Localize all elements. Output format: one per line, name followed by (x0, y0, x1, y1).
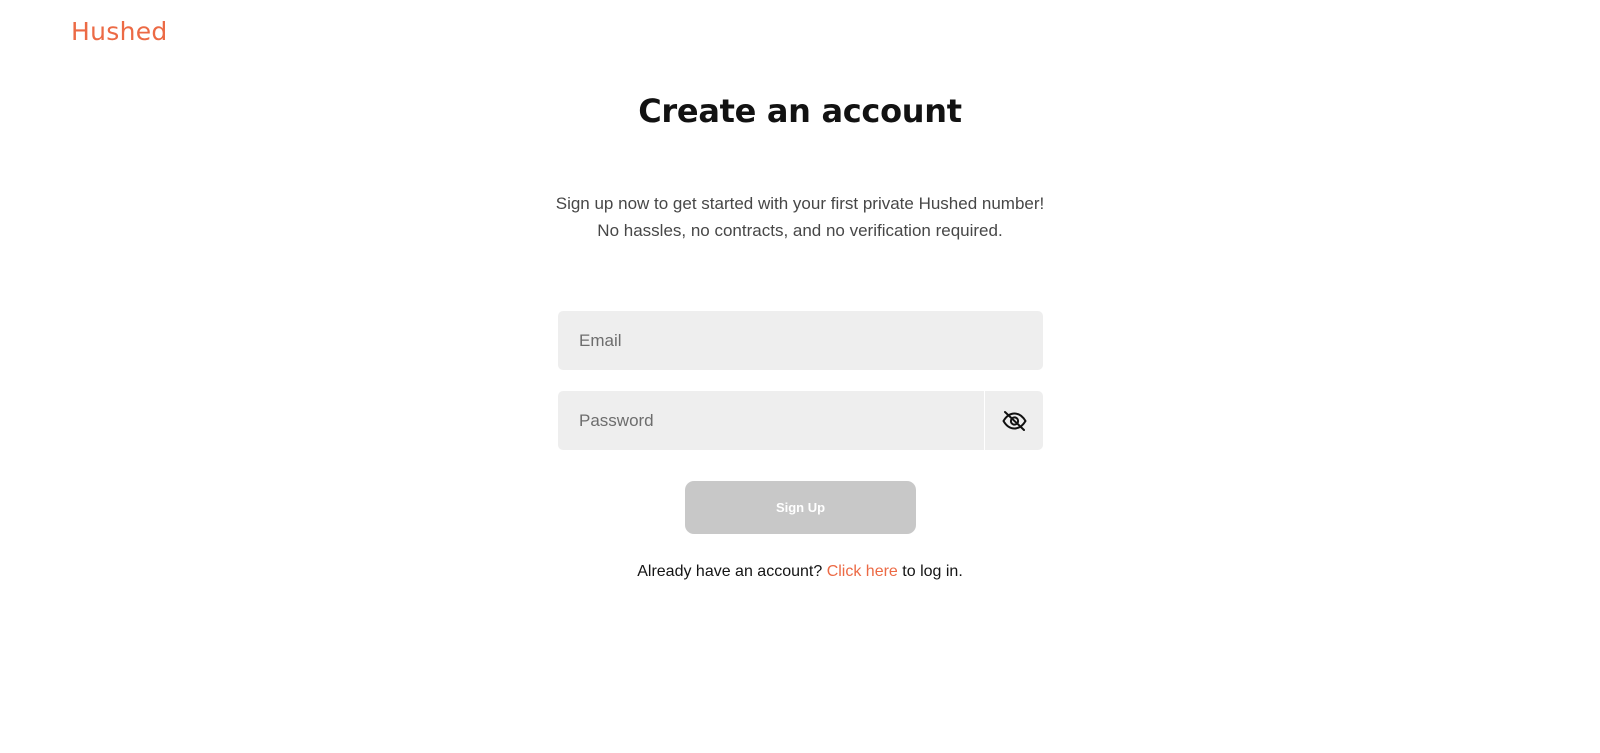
login-prompt-suffix: to log in. (902, 563, 963, 580)
password-input[interactable] (558, 390, 984, 451)
page-subtitle: Sign up now to get started with your fir… (0, 190, 1600, 244)
eye-off-icon (1002, 410, 1026, 431)
email-input[interactable] (558, 310, 1043, 371)
hushed-logo[interactable]: Hushed (71, 17, 168, 46)
password-visibility-toggle[interactable] (984, 391, 1043, 450)
page-title: Create an account (638, 92, 962, 130)
subtitle-line-1: Sign up now to get started with your fir… (555, 194, 1045, 213)
sign-up-button[interactable]: Sign Up (685, 481, 916, 534)
email-field (558, 310, 1043, 371)
login-prompt-prefix: Already have an account? (637, 563, 823, 580)
subtitle-line-2: No hassles, no contracts, and no verific… (597, 221, 1003, 240)
signup-page: Hushed Create an account Sign up now to … (0, 0, 1600, 753)
login-prompt: Already have an account? Click here to l… (0, 563, 1600, 581)
password-field (558, 390, 1043, 451)
login-link[interactable]: Click here (827, 563, 898, 580)
